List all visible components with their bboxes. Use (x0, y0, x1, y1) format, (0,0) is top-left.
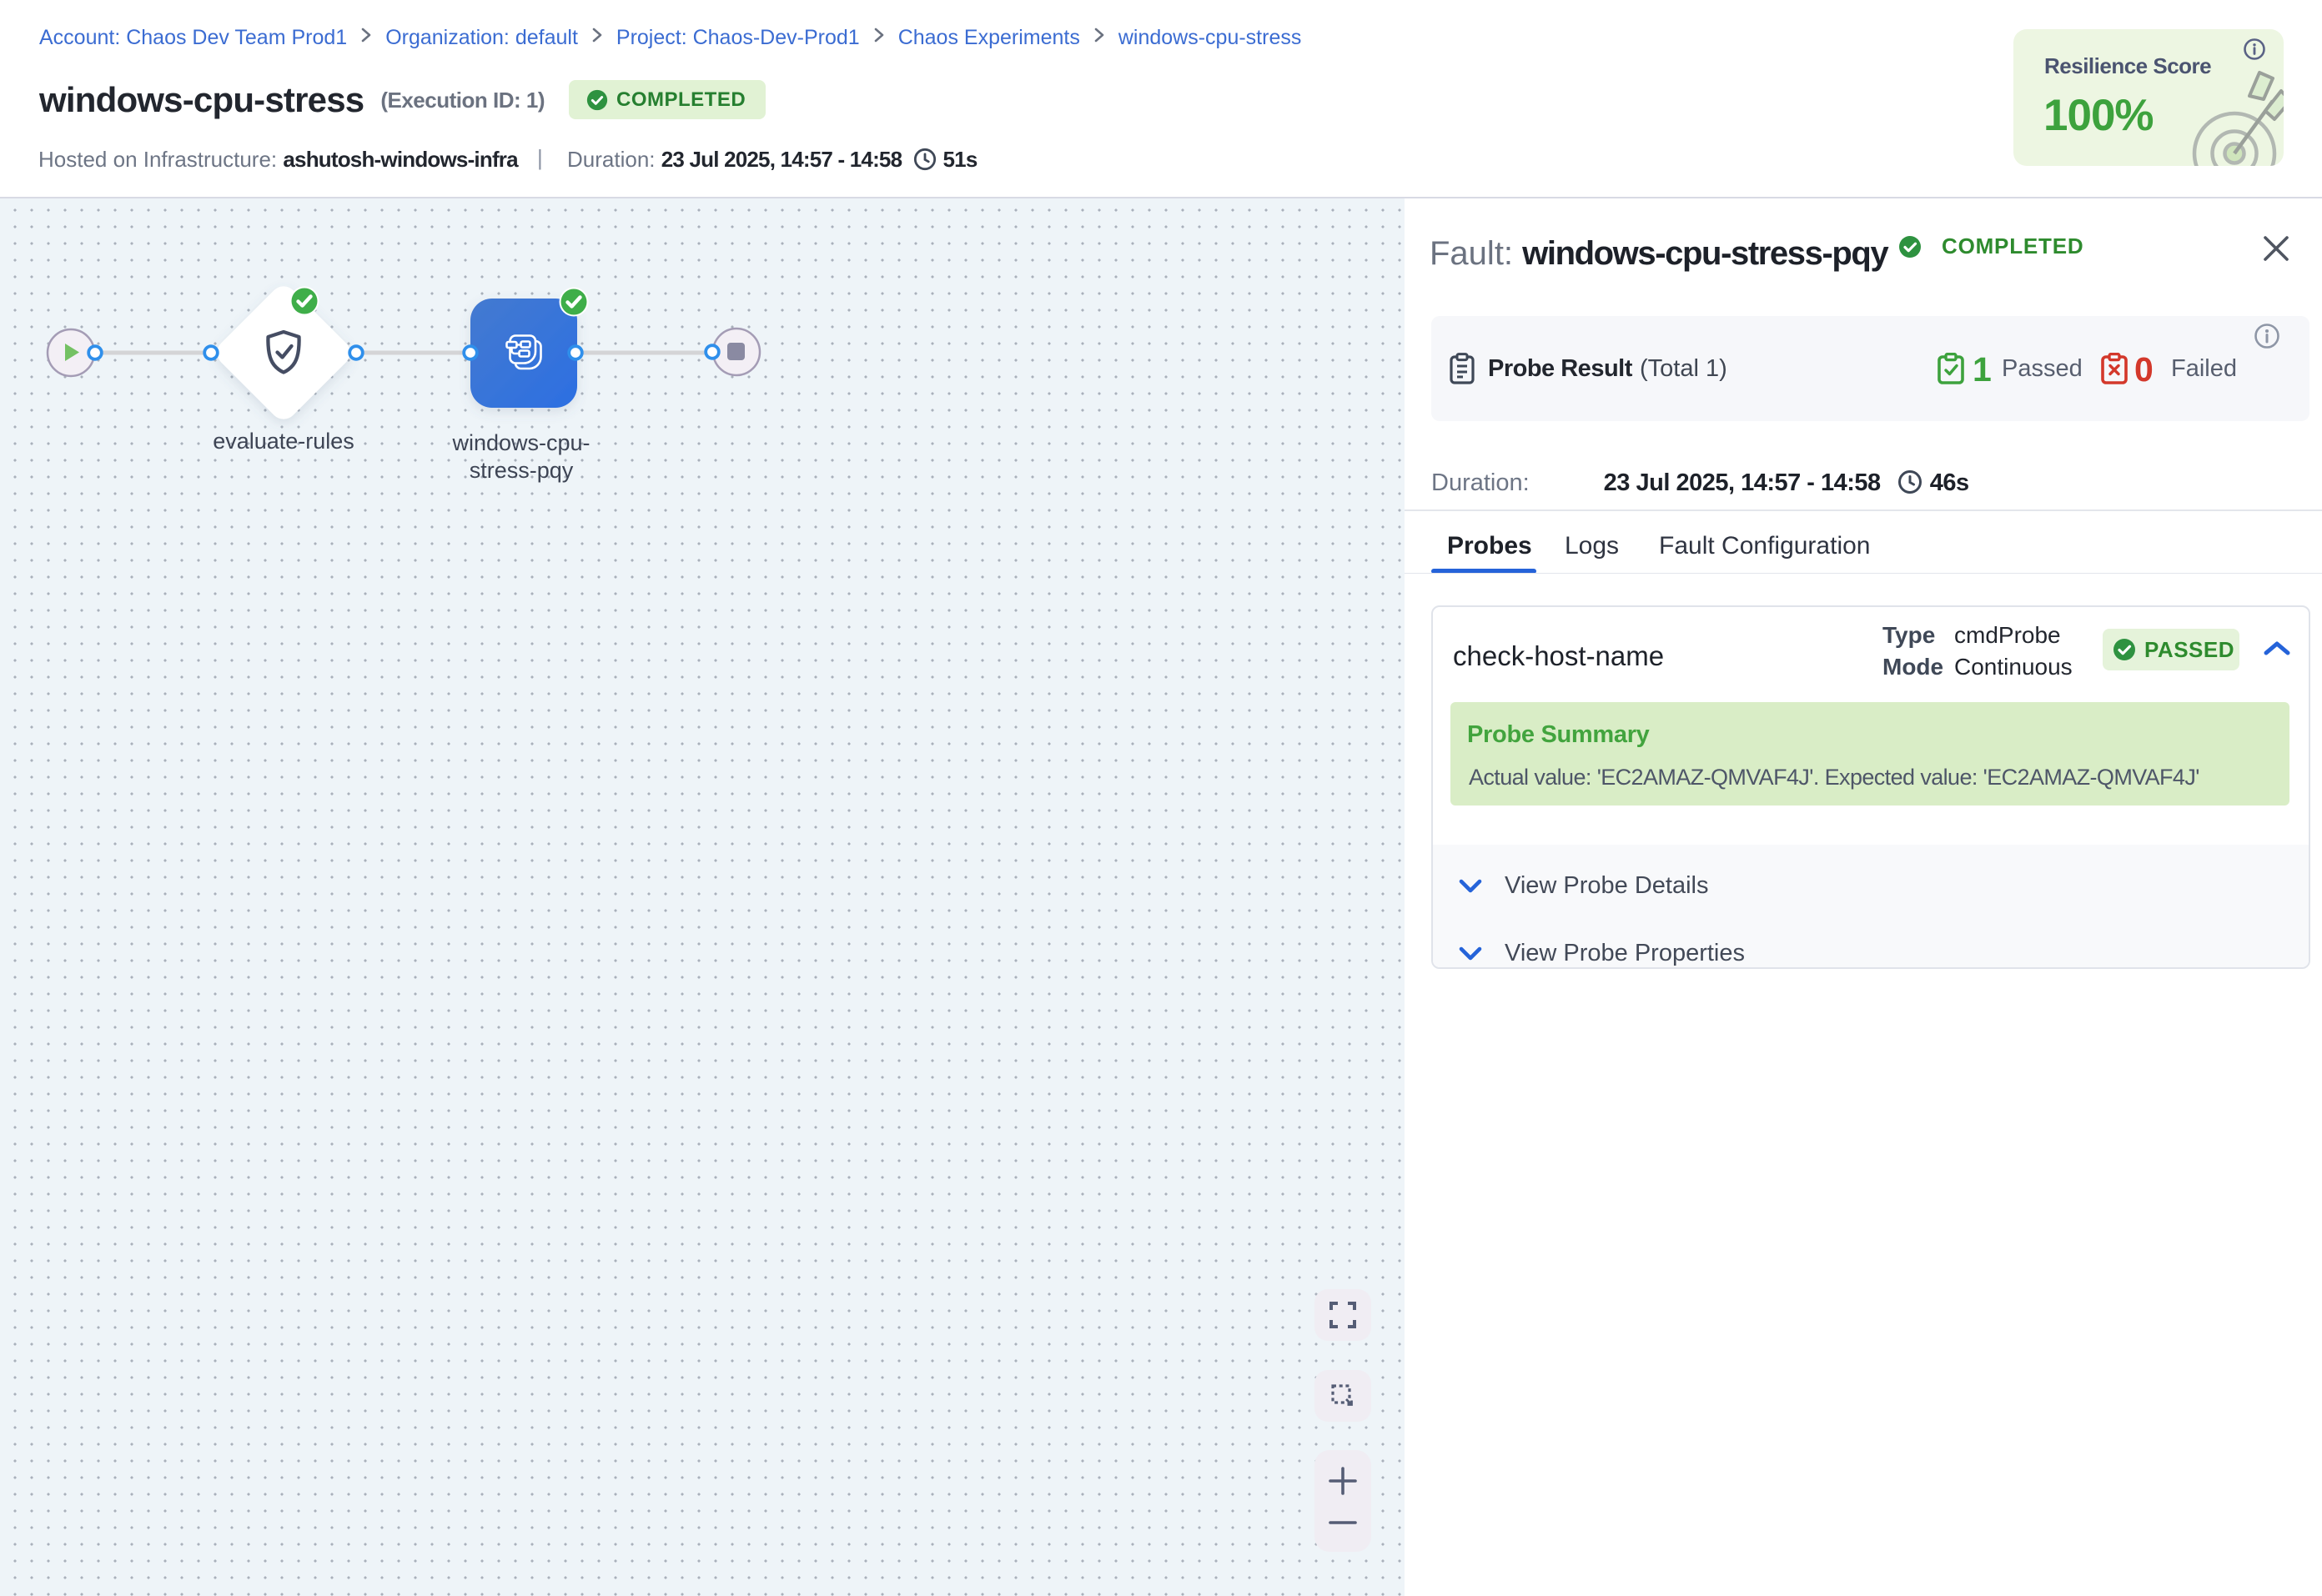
svg-text:windows-cpu-: windows-cpu- (451, 430, 590, 455)
svg-text:evaluate-rules: evaluate-rules (213, 429, 354, 454)
svg-text:stress-pqy: stress-pqy (470, 458, 574, 483)
